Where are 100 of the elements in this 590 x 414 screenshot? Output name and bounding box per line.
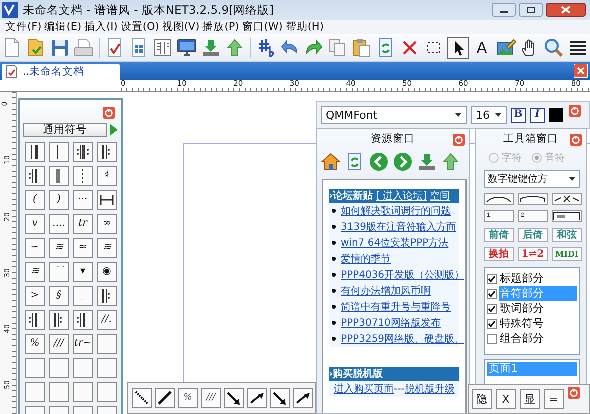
volta-bracket-icon[interactable] [552, 210, 582, 222]
arrow-up-right-icon[interactable] [293, 388, 313, 408]
symbol-button[interactable]: .... [49, 214, 69, 234]
post-link[interactable]: 简谱中有重升号与重降号 [341, 300, 451, 314]
menu-item[interactable]: 帮助(H) [284, 20, 326, 34]
symbol-button[interactable]: ∽ [25, 238, 45, 258]
diagonal-down-icon[interactable] [132, 388, 152, 408]
empty-button[interactable] [25, 382, 45, 402]
symbol-button[interactable]: tr~ [73, 334, 93, 354]
symbol-button[interactable]: ⌒ [49, 262, 69, 282]
empty-button[interactable] [97, 382, 117, 402]
symbol-button[interactable]: /// [49, 334, 69, 354]
display-button[interactable]: X [496, 389, 516, 409]
display-button[interactable]: 隐 [472, 389, 492, 409]
checkbox[interactable] [487, 334, 497, 344]
post-link[interactable]: PPP4036开发版（公测版） [341, 268, 465, 282]
symbol-button[interactable]: ≋ [97, 238, 117, 258]
tool-button[interactable]: 后倚 [518, 228, 548, 242]
repeat-end-icon[interactable] [25, 166, 45, 186]
post-link[interactable]: 有何办法增加风币啊 [341, 284, 431, 298]
close-icon[interactable] [453, 134, 465, 146]
symbol-button[interactable]: ≈ [73, 238, 93, 258]
arrow-down-right-icon[interactable] [270, 388, 290, 408]
empty-button[interactable] [73, 382, 93, 402]
close-icon[interactable] [568, 387, 580, 399]
part-item[interactable]: 组合部分 [499, 331, 577, 346]
minimize-icon[interactable] [492, 3, 516, 17]
checkbox[interactable] [487, 318, 497, 328]
empty-button[interactable] [25, 358, 45, 378]
repeat-end-icon[interactable] [73, 310, 93, 330]
up-arrow-icon[interactable] [441, 152, 461, 172]
final-barline-icon[interactable] [25, 142, 45, 162]
symbol-button[interactable]: /// [201, 388, 221, 408]
symbol-button[interactable]: ≋ [49, 238, 69, 258]
tool-button[interactable]: MIDI [552, 247, 582, 261]
key-mode-dropdown[interactable]: 数字键键位方 [484, 170, 580, 188]
menu-item[interactable]: 设置(O) [119, 20, 161, 34]
header-link[interactable]: 空间 [430, 189, 450, 203]
part-item[interactable]: 特殊符号 [499, 316, 577, 331]
display-button[interactable]: 显 [520, 389, 540, 409]
symbol-button[interactable]: % [178, 388, 198, 408]
italic-button[interactable]: I [530, 108, 545, 122]
empty-button[interactable] [97, 358, 117, 378]
empty-button[interactable] [49, 382, 69, 402]
symbol-button[interactable]: ∞ [97, 214, 117, 234]
thick-barline-icon[interactable] [49, 166, 69, 186]
post-link[interactable]: 爱情的季节 [341, 252, 391, 266]
search-icon[interactable] [543, 36, 565, 58]
arrow-down-right-icon[interactable] [224, 388, 244, 408]
menu-item[interactable]: 插入(I) [83, 20, 120, 34]
post-link[interactable]: win7 64位安装PPP方法 [341, 236, 449, 250]
repeat-start-icon[interactable] [97, 286, 117, 306]
barline-icon[interactable] [49, 142, 69, 162]
diagonal-up-icon[interactable] [155, 388, 175, 408]
bracket-icon[interactable] [97, 190, 117, 210]
category-button[interactable]: 通用符号 [23, 123, 107, 137]
text-tool-button[interactable]: A [471, 36, 493, 58]
tool-button[interactable]: 换拍 [484, 247, 514, 261]
post-link[interactable]: PPP30710网络版发布 [341, 316, 441, 330]
part-item[interactable]: 歌词部分 [499, 301, 577, 316]
slur-icon[interactable] [518, 193, 548, 205]
symbol-button[interactable]: ) [49, 190, 69, 210]
font-select[interactable]: QMMFont [321, 106, 467, 124]
checkbox[interactable] [487, 288, 497, 298]
download-icon[interactable] [417, 152, 437, 172]
post-link[interactable]: PPP3259网络版、硬盘版、 [341, 332, 465, 346]
forward-icon[interactable] [393, 152, 413, 172]
close-icon[interactable] [546, 3, 586, 17]
repeat-start-icon[interactable] [49, 310, 69, 330]
symbol-button[interactable]: ◉ [97, 262, 117, 282]
menu-item[interactable]: 播放(P) [201, 20, 241, 34]
menu-item[interactable]: 文件(F) [4, 20, 44, 34]
close-icon[interactable] [103, 107, 115, 119]
close-icon[interactable] [569, 105, 581, 117]
symbol-button[interactable]: ▾ [73, 262, 93, 282]
symbol-button[interactable]: //. [97, 310, 117, 330]
picture-edit-icon[interactable] [495, 36, 517, 58]
menu-item[interactable]: 编辑(E) [43, 20, 84, 34]
up-arrow-icon[interactable] [224, 36, 246, 58]
repeat-start-icon[interactable] [97, 142, 117, 162]
home-icon[interactable] [321, 152, 341, 172]
post-link[interactable]: 3139版在注音符输入方面 [341, 220, 456, 234]
back-icon[interactable] [369, 152, 389, 172]
pointer-icon[interactable] [447, 36, 469, 58]
symbol-button[interactable]: tr [73, 214, 93, 234]
display-button[interactable]: = [544, 389, 564, 409]
checkbox[interactable] [487, 274, 497, 284]
symbol-button[interactable]: v [25, 214, 45, 234]
tool-button[interactable]: 1⇌2 [518, 247, 548, 261]
columns-document-icon[interactable] [152, 36, 174, 58]
monitor-icon[interactable] [176, 36, 198, 58]
tool-button[interactable]: 和弦 [552, 228, 582, 242]
symbol-button[interactable]: > [25, 286, 45, 306]
part-item[interactable]: 标题部分 [499, 271, 577, 286]
header-link[interactable]: [ 进入论坛] [376, 189, 428, 203]
tie-icon[interactable] [484, 193, 514, 205]
maximize-icon[interactable] [519, 3, 543, 17]
symbol-button[interactable]: ··· [73, 190, 93, 210]
purchase-link[interactable]: 脱机版升级 [404, 382, 455, 396]
printer-icon[interactable] [73, 36, 95, 58]
